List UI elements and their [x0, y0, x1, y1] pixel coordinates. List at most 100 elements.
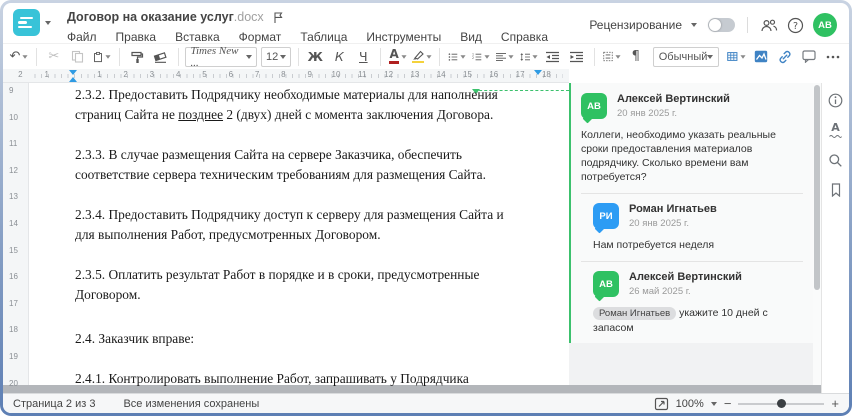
decrease-indent-button[interactable]	[543, 47, 563, 67]
right-indent-marker[interactable]	[534, 70, 542, 75]
tracked-insertion: позднее	[178, 107, 224, 122]
formatting-toolbar: ↶ ✂ Times New ... 12 Ж К Ч А 1 2 ¶ Обычн…	[3, 43, 849, 69]
zoom-out-button[interactable]: −	[724, 397, 732, 410]
paragraph-style-select[interactable]: Обычный	[652, 46, 720, 67]
comment-avatar: РИ	[593, 203, 619, 229]
info-icon[interactable]	[828, 93, 843, 108]
copy-button[interactable]	[68, 47, 88, 67]
bookmark-icon[interactable]	[830, 183, 842, 197]
font-color-button[interactable]: А	[388, 47, 408, 67]
comment-author: Алексей Вертинский	[629, 271, 742, 283]
spellcheck-icon[interactable]: А	[829, 122, 842, 138]
menu-tools[interactable]: Инструменты	[366, 30, 441, 44]
app-window: Договор на оказание услуг.docx Файл Прав…	[3, 3, 849, 413]
comment-text: Роман Игнатьев укажите 10 дней с запасом	[593, 307, 768, 334]
menu-file[interactable]: Файл	[67, 30, 97, 44]
svg-text:2: 2	[472, 55, 474, 59]
zoom-level[interactable]: 100%	[676, 398, 704, 410]
desktop-frame: Договор на оказание услуг.docx Файл Прав…	[0, 0, 852, 416]
fit-width-icon[interactable]	[654, 397, 669, 411]
show-paragraph-marks-button[interactable]: ¶	[626, 47, 646, 67]
page-indicator[interactable]: Страница 2 из 3	[13, 398, 95, 410]
align-button[interactable]	[495, 47, 515, 67]
review-mode-label[interactable]: Рецензирование	[589, 18, 682, 32]
insert-table-button[interactable]	[726, 47, 747, 67]
favorite-flag-icon[interactable]	[272, 11, 284, 24]
paragraph-shading-button[interactable]	[602, 47, 622, 67]
zoom-slider[interactable]	[738, 398, 825, 408]
menu-format[interactable]: Формат	[239, 30, 282, 44]
menu-insert[interactable]: Вставка	[175, 30, 220, 44]
paste-button[interactable]	[92, 47, 112, 67]
comment-author: Алексей Вертинский	[617, 93, 730, 105]
insert-image-button[interactable]	[751, 47, 771, 67]
paragraph-2-4-1: 2.4.1. Контролировать выполнение Работ, …	[75, 371, 469, 393]
underline-button[interactable]: Ч	[353, 47, 373, 67]
bold-button[interactable]: Ж	[305, 47, 325, 67]
paragraph-2-3-2: 2.3.2. Предоставить Подрядчику необходим…	[75, 87, 498, 122]
zoom-in-button[interactable]: +	[831, 397, 839, 410]
vertical-ruler: 9 10 11 12 13 14 15 16 17 18 19 20	[3, 83, 29, 388]
comment-thread[interactable]: АВ Алексей Вертинский 20 янв 2025 г. Кол…	[569, 83, 813, 343]
line-spacing-button[interactable]	[519, 47, 539, 67]
collaborators-icon[interactable]	[760, 18, 778, 33]
comment-reply[interactable]: РИ Роман Игнатьев 20 янв 2025 г. Нам пот…	[593, 203, 803, 252]
help-icon[interactable]: ?	[787, 17, 804, 34]
zoom-caret-icon[interactable]	[710, 401, 717, 406]
insert-link-button[interactable]	[775, 47, 795, 67]
comment-author: Роман Игнатьев	[629, 203, 717, 215]
clear-formatting-button[interactable]	[151, 47, 171, 67]
horizontal-ruler: 2 1 1 2 3 4 5 6 7 8 9 10 11 12 13 14 15 16 17 18	[3, 69, 849, 83]
app-logo-icon[interactable]	[13, 9, 40, 36]
comment-avatar: АВ	[593, 271, 619, 297]
document-page[interactable]: 2.3.2. Предоставить Подрядчику необходим…	[29, 83, 569, 393]
zoom-slider-knob[interactable]	[777, 398, 787, 408]
comments-panel: АВ Алексей Вертинский 20 янв 2025 г. Кол…	[569, 83, 813, 385]
comments-scrollbar[interactable]	[813, 83, 821, 385]
title-bar: Договор на оказание услуг.docx Файл Прав…	[3, 3, 849, 44]
menu-table[interactable]: Таблица	[300, 30, 347, 44]
numbered-list-button[interactable]: 12	[471, 47, 491, 67]
format-painter-button[interactable]	[127, 47, 147, 67]
cut-button[interactable]: ✂	[44, 47, 64, 67]
comment-date: 20 янв 2025 г.	[629, 218, 690, 229]
more-tools-button[interactable]	[823, 47, 843, 67]
comment-item[interactable]: АВ Алексей Вертинский 20 янв 2025 г. Кол…	[581, 93, 803, 184]
left-indent-marker[interactable]	[69, 77, 77, 82]
comment-button[interactable]	[799, 47, 819, 67]
menu-edit[interactable]: Правка	[116, 30, 157, 44]
bullet-list-button[interactable]	[447, 47, 467, 67]
comment-date: 20 янв 2025 г.	[617, 108, 678, 119]
menu-view[interactable]: Вид	[460, 30, 482, 44]
mention-chip[interactable]: Роман Игнатьев	[593, 307, 677, 320]
search-icon[interactable]	[828, 153, 843, 168]
increase-indent-button[interactable]	[567, 47, 587, 67]
comment-text: Нам потребуется неделя	[593, 239, 715, 251]
paragraph-2-4: 2.4. Заказчик вправе:	[75, 331, 195, 346]
comment-text: Коллеги, необходимо указать реальные сро…	[581, 129, 776, 183]
comment-date: 26 май 2025 г.	[629, 286, 691, 297]
font-name-select[interactable]: Times New ...	[185, 45, 258, 69]
svg-text:?: ?	[793, 21, 798, 32]
paragraph-2-3-3: 2.3.3. В случае размещения Сайта на серв…	[75, 147, 486, 182]
user-avatar[interactable]: АВ	[813, 13, 837, 37]
review-mode-caret-icon[interactable]	[691, 23, 697, 27]
menu-bar: Файл Правка Вставка Формат Таблица Инстр…	[67, 30, 548, 44]
save-status: Все изменения сохранены	[123, 397, 260, 410]
paragraph-2-3-4: 2.3.4. Предоставить Подрядчику доступ к …	[75, 207, 504, 242]
highlight-color-button[interactable]	[412, 47, 432, 67]
paragraph-2-3-5: 2.3.5. Оплатить результат Работ в порядк…	[75, 267, 480, 302]
review-toggle[interactable]	[708, 18, 735, 32]
menu-help[interactable]: Справка	[501, 30, 548, 44]
first-line-indent-marker[interactable]	[69, 70, 77, 75]
workspace: 9 10 11 12 13 14 15 16 17 18 19 20 2.3.2. Предостав…	[3, 83, 849, 393]
undo-button[interactable]: ↶	[9, 47, 29, 67]
document-text: 2.3.2. Предоставить Подрядчику необходим…	[75, 85, 523, 393]
scrollbar-thumb[interactable]	[814, 85, 820, 290]
italic-button[interactable]: К	[329, 47, 349, 67]
comment-reply[interactable]: АВ Алексей Вертинский 26 май 2025 г. Ром…	[593, 271, 803, 335]
comment-avatar: АВ	[581, 93, 607, 119]
logo-menu-caret-icon[interactable]	[45, 21, 51, 25]
status-bar: Страница 2 из 3 Все изменения сохранены …	[3, 393, 849, 413]
font-size-select[interactable]: 12	[261, 46, 291, 67]
